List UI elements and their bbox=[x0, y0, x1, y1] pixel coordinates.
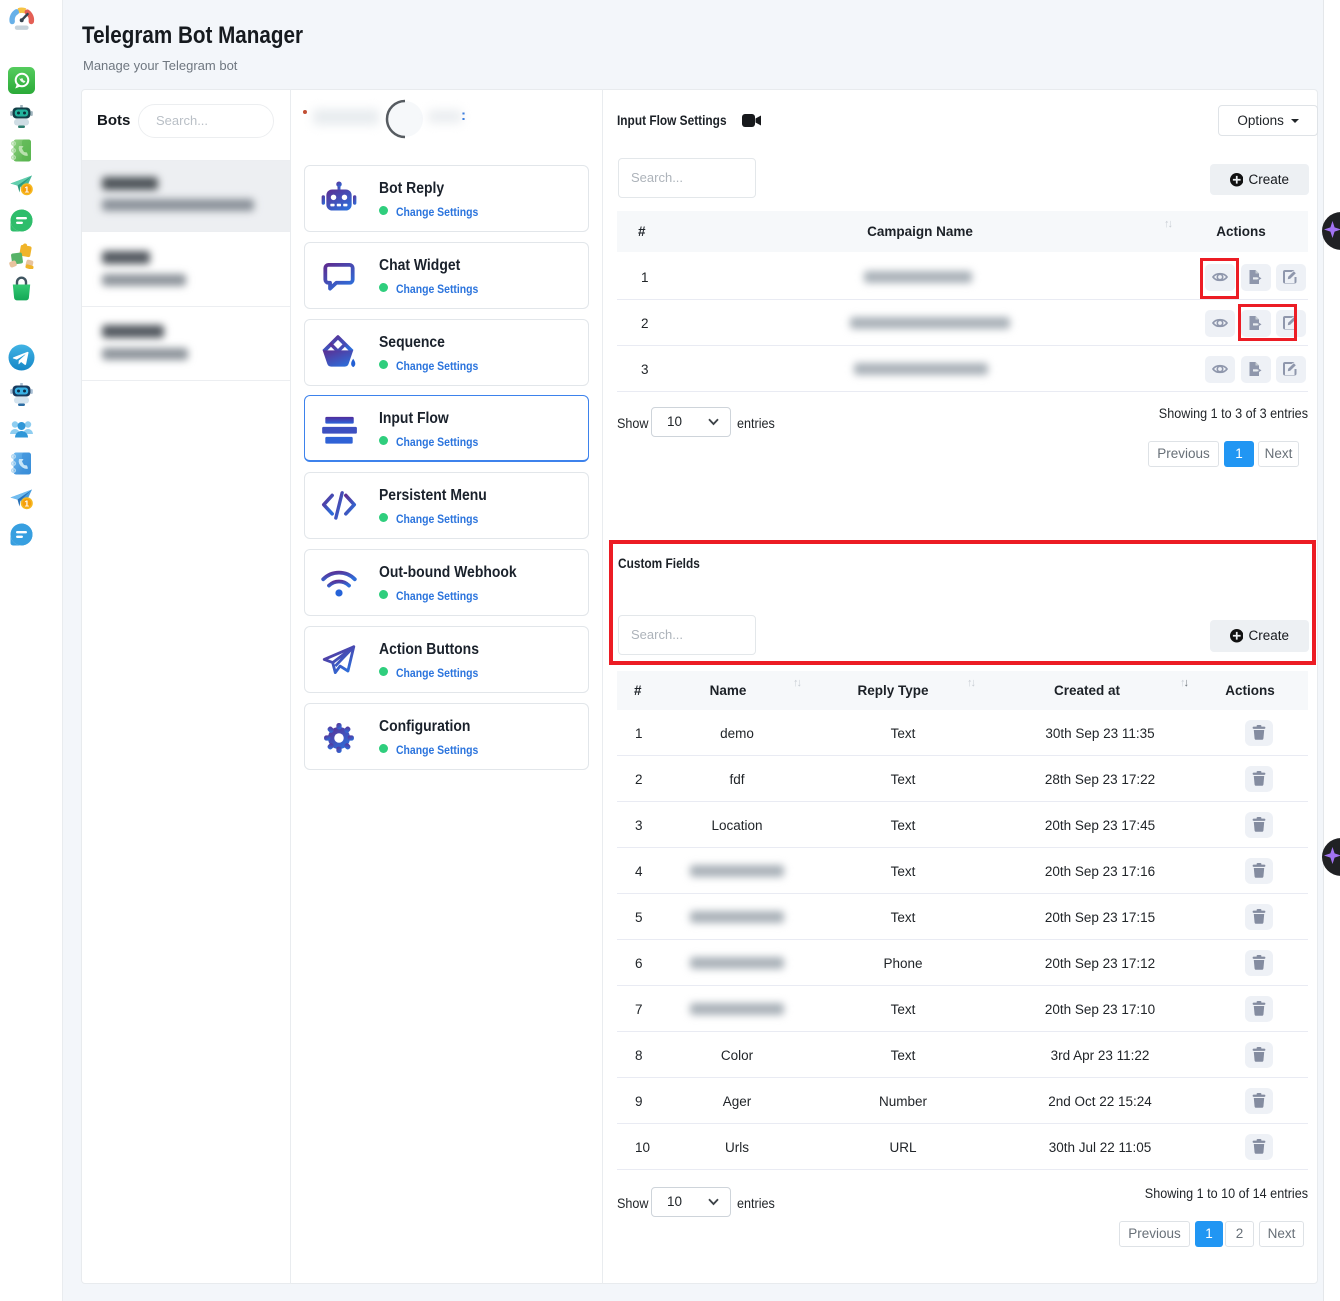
svg-text:1: 1 bbox=[24, 498, 29, 508]
svg-text:1: 1 bbox=[24, 184, 29, 194]
